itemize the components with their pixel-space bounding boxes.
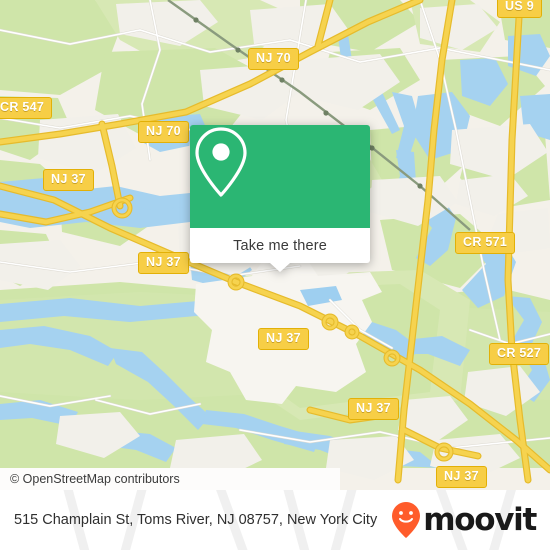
moovit-logo[interactable]: moovit [391, 501, 537, 539]
popup-action-bar[interactable]: Take me there [190, 228, 370, 272]
moovit-wordmark: moovit [423, 501, 537, 538]
road-shield-nj-37-center: NJ 37 [258, 328, 309, 350]
destination-popup-card[interactable]: Take me there [190, 125, 370, 272]
location-pin-icon [195, 127, 247, 197]
road-shield-nj-37-bottom: NJ 37 [436, 466, 487, 488]
road-shield-nj-70-top: NJ 70 [248, 48, 299, 70]
map-screenshot-root: US 9 NJ 70 CR 547 NJ 70 NJ 37 CR 571 NJ 37 NJ 3… [0, 0, 550, 550]
moovit-pin-icon [392, 502, 421, 538]
road-shield-cr-547: CR 547 [0, 97, 53, 119]
popup-pointer-tail [270, 263, 290, 272]
road-shield-cr-527: CR 527 [489, 343, 550, 365]
road-shield-nj-37-lower: NJ 37 [348, 398, 399, 420]
popup-pin-panel [190, 125, 370, 228]
footer-bar: 515 Champlain St, Toms River, NJ 08757, … [0, 490, 550, 550]
road-shield-us-9: US 9 [497, 0, 542, 18]
map-canvas[interactable]: US 9 NJ 70 CR 547 NJ 70 NJ 37 CR 571 NJ 37 NJ 3… [0, 0, 550, 490]
take-me-there-label: Take me there [233, 237, 327, 254]
openstreetmap-attribution[interactable]: © OpenStreetMap contributors [0, 472, 180, 486]
road-shield-nj-37-left: NJ 37 [138, 252, 189, 274]
road-shield-nj-70-left: NJ 70 [138, 121, 189, 143]
footer-content: 515 Champlain St, Toms River, NJ 08757, … [0, 490, 550, 550]
road-shield-cr-571: CR 571 [455, 232, 516, 254]
map-attribution-bar: © OpenStreetMap contributors [0, 468, 340, 490]
road-shield-nj-37-upper-left: NJ 37 [43, 169, 94, 191]
address-label: 515 Champlain St, Toms River, NJ 08757, … [14, 512, 378, 528]
